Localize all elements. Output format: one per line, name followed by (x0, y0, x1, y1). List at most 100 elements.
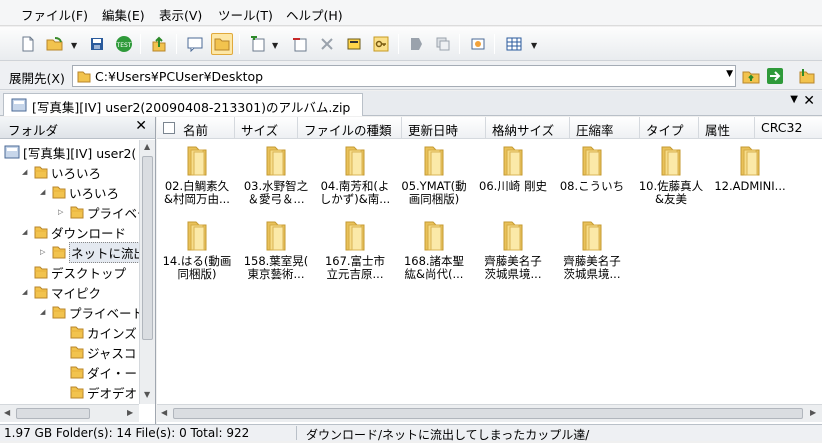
open-icon (46, 37, 63, 51)
folder-icon (575, 219, 609, 253)
folder-item[interactable]: 08.こういち (553, 144, 631, 193)
tree-node[interactable]: ◢ いろいろ (40, 182, 119, 202)
column-type[interactable]: ファイルの種類 (298, 117, 402, 139)
column-attributes[interactable]: 属性 (699, 117, 755, 139)
tab-list-dropdown[interactable]: ▼ (790, 94, 798, 105)
folder-item[interactable]: 12.ADMINI... (711, 144, 789, 193)
folder-icon (733, 144, 767, 178)
tree-node[interactable]: ジャスコ (58, 342, 136, 362)
extract-to-label: 展開先(X) (9, 71, 65, 86)
menu-help[interactable]: ヘルプ(H) (286, 5, 343, 24)
test-button[interactable]: TEST (113, 33, 135, 55)
folder-item[interactable]: 167.富士市 立元吉原... (316, 219, 394, 281)
column-size[interactable]: サイズ (235, 117, 298, 139)
tree-node[interactable]: ▷ プライベー (58, 202, 139, 222)
tree-node[interactable]: ◢ ダウンロード (22, 222, 126, 242)
up-button[interactable] (148, 33, 170, 55)
folder-item[interactable]: 04.南芳和(よ しかず)&南... (316, 144, 394, 206)
tree-expander-icon[interactable]: ◢ (40, 308, 50, 316)
folder-tree-horizontal-scrollbar[interactable]: ◀ ▶ (0, 404, 139, 422)
menu-bar: ファイル(F) 編集(E) 表示(V) ツール(T) ヘルプ(H) (0, 0, 822, 26)
add-button[interactable] (247, 33, 269, 55)
tree-expander-icon[interactable]: ▷ (58, 208, 68, 216)
folder-tree-vertical-scrollbar[interactable]: ▲ ▼ (139, 140, 155, 404)
column-crc32[interactable]: CRC32 (755, 117, 822, 139)
select-all-checkbox[interactable] (163, 122, 175, 134)
tree-expander-icon[interactable]: ◢ (40, 188, 50, 196)
tree-expander-icon[interactable]: ◢ (22, 228, 32, 236)
tree-node[interactable]: デオデオ (58, 382, 137, 402)
folder-item[interactable]: 158.葉室晃( 東京藝術... (237, 219, 315, 281)
tree-expander-icon[interactable]: ▷ (40, 248, 50, 256)
folder-item[interactable]: 齊藤美名子 茨城県境... (474, 219, 552, 281)
tree-node-label: いろいろ (69, 185, 120, 201)
folder-item[interactable]: 02.白鯛素久 &村岡万由... (158, 144, 236, 206)
column-kind[interactable]: タイプ (640, 117, 699, 139)
folder-icon (34, 165, 48, 179)
menu-file[interactable]: ファイル(F) (21, 5, 88, 24)
go-button[interactable] (764, 65, 786, 87)
close-x-button[interactable] (316, 33, 338, 55)
folder-icon (34, 285, 48, 299)
key-button[interactable] (370, 33, 392, 55)
open-dropdown[interactable]: ▼ (71, 41, 77, 50)
grid-view-dropdown[interactable]: ▼ (531, 41, 537, 50)
folder-item[interactable]: 03.水野智之 ＆愛弓＆... (237, 144, 315, 206)
tag-button[interactable] (405, 33, 427, 55)
open-button[interactable] (44, 33, 66, 55)
folder-pane-header: フォルダ ✕ (0, 117, 155, 139)
folder-pane-close-button[interactable]: ✕ (135, 118, 147, 134)
tree-node-label: デスクトップ (51, 265, 127, 281)
folder-icon (52, 305, 66, 319)
tree-expander-icon[interactable]: ◢ (22, 168, 32, 176)
menu-edit[interactable]: 編集(E) (102, 5, 145, 24)
delete-button[interactable] (289, 33, 311, 55)
tab-close-button[interactable]: ✕ (803, 93, 815, 109)
extract-button[interactable] (796, 65, 818, 87)
toolbar: ▼ TEST ▼ ▼ (0, 27, 822, 61)
tree-node[interactable]: ◢ マイピク (22, 282, 101, 302)
comment-button[interactable] (184, 33, 206, 55)
tree-node[interactable]: カインズ (58, 322, 137, 342)
view-button[interactable] (467, 33, 489, 55)
folder-item-name: 05.YMAT(動 画同梱版) (401, 180, 467, 206)
path-dropdown-arrow[interactable]: ▼ (726, 69, 733, 79)
menu-tools[interactable]: ツール(T) (218, 5, 273, 24)
folder-item[interactable]: 齊藤美名子 茨城県境... (553, 219, 631, 281)
tree-node-label: ネットに流出 (69, 241, 139, 263)
folder-item[interactable]: 10.佐藤真人 &友美 (632, 144, 710, 206)
add-dropdown[interactable]: ▼ (272, 41, 278, 50)
tree-expander-icon[interactable]: ◢ (22, 288, 32, 296)
tree-node[interactable]: ダイ・ー (58, 362, 137, 382)
tree-node[interactable]: ◢ プライベート (40, 302, 139, 322)
folder-view-button[interactable] (211, 33, 233, 55)
folder-item-name: 158.葉室晃( 東京藝術... (243, 255, 309, 281)
grid-view-button[interactable] (503, 33, 525, 55)
file-list-horizontal-scrollbar[interactable]: ◀ ▶ (157, 404, 822, 422)
folder-tree[interactable]: [写真集][IV] user2(◢いろいろ◢いろいろ▷プライベー◢ダウンロード▷… (0, 140, 139, 404)
menu-view[interactable]: 表示(V) (159, 5, 202, 24)
column-modified[interactable]: 更新日時 (402, 117, 486, 139)
address-bar: 展開先(X) C:¥Users¥PCUser¥Desktop ▼ (0, 62, 822, 90)
folder-item[interactable]: 14.はる(動画 同梱版) (158, 219, 236, 281)
new-button[interactable] (17, 33, 39, 55)
folder-item[interactable]: 168.諸本聖 紘&尚代(... (395, 219, 473, 281)
tree-node[interactable]: デスクトップ (22, 262, 126, 282)
tree-node[interactable]: ▷ ネットに流出 (40, 241, 139, 263)
tree-node[interactable]: ◢ いろいろ (22, 162, 101, 182)
browse-folder-button[interactable] (740, 65, 762, 87)
tree-node[interactable]: [写真集][IV] user2( (4, 142, 136, 162)
column-name[interactable]: 名前 (177, 117, 235, 139)
stamp-button[interactable] (343, 33, 365, 55)
copy-icon (436, 37, 450, 51)
column-ratio[interactable]: 圧縮率 (570, 117, 640, 139)
folder-item[interactable]: 05.YMAT(動 画同梱版) (395, 144, 473, 206)
folder-item-name: 12.ADMINI... (714, 180, 786, 193)
copy-button[interactable] (432, 33, 454, 55)
folder-item[interactable]: 06.川崎 剛史 (474, 144, 552, 193)
save-button[interactable] (86, 33, 108, 55)
column-packed-size[interactable]: 格納サイズ (486, 117, 570, 139)
folder-item-name: 167.富士市 立元吉原... (324, 255, 386, 281)
extract-path-input[interactable]: C:¥Users¥PCUser¥Desktop ▼ (72, 65, 736, 87)
archive-tab[interactable]: [写真集][IV] user2(20090408-213301)のアルバム.zi… (3, 93, 363, 116)
